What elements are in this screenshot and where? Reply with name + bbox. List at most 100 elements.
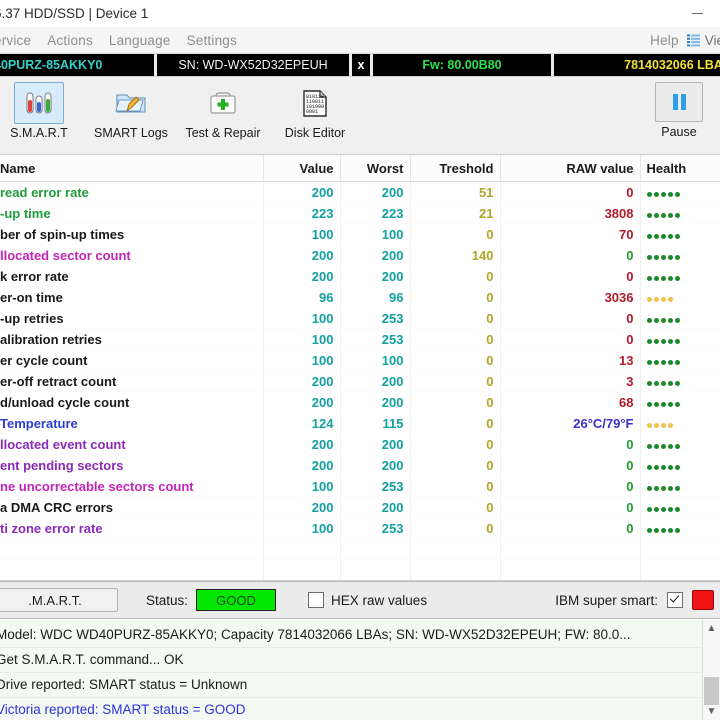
window-controls — [674, 0, 720, 26]
menu-item-service[interactable]: ervice — [0, 33, 39, 48]
attribute-name: -up time — [0, 202, 264, 224]
menu-item-help[interactable]: Help — [642, 33, 687, 48]
menu-item-settings[interactable]: Settings — [179, 33, 245, 48]
column-header-threshold[interactable]: Treshold — [410, 155, 501, 182]
menu-item-actions[interactable]: Actions — [39, 33, 101, 48]
health-dots — [646, 506, 680, 512]
table-row[interactable]: k error rate 200 200 0 0 — [0, 265, 720, 287]
attribute-value: 100 — [263, 349, 341, 371]
drive-capacity: 7814032066 LBA ( — [554, 54, 720, 76]
attribute-health — [640, 202, 720, 224]
scroll-down-icon[interactable]: ▼ — [703, 703, 720, 720]
attribute-worst: 200 — [340, 244, 411, 266]
pause-icon — [655, 82, 703, 122]
attribute-health — [640, 181, 720, 203]
menu-item-language[interactable]: Language — [101, 33, 179, 48]
attribute-raw-value: 0 — [500, 307, 641, 329]
table-row[interactable]: ne uncorrectable sectors count 100 253 0 0 — [0, 475, 720, 497]
hex-raw-values-checkbox[interactable]: HEX raw values — [308, 592, 427, 608]
list-icon — [686, 34, 700, 46]
attribute-worst: 253 — [340, 328, 411, 350]
column-header-worst[interactable]: Worst — [340, 155, 411, 182]
ibm-super-smart-checkbox[interactable] — [667, 592, 683, 608]
status-badge: GOOD — [196, 589, 277, 611]
log-scrollbar-thumb[interactable] — [704, 677, 719, 705]
attribute-threshold: 21 — [410, 202, 501, 224]
table-row[interactable]: er-off retract count 200 200 0 3 — [0, 370, 720, 392]
table-row[interactable]: a DMA CRC errors 200 200 0 0 — [0, 496, 720, 518]
health-dots — [646, 485, 680, 491]
log-line: Drive reported: SMART status = Unknown — [0, 673, 702, 698]
toolbar-button-smart-logs[interactable]: SMART Logs — [85, 82, 177, 140]
toolbar-button-disk-editor[interactable]: 010110 110011 101000 0001 Disk Editor — [269, 82, 361, 140]
attribute-raw-value: 0 — [500, 496, 641, 518]
attribute-health — [640, 391, 720, 413]
health-dots — [646, 380, 680, 386]
log-scrollbar-track[interactable] — [703, 637, 720, 705]
toolbar-button-smart[interactable]: S.M.A.R.T — [0, 82, 85, 140]
attribute-raw-value: 0 — [500, 181, 641, 203]
attribute-health — [640, 517, 720, 539]
health-dots — [646, 254, 680, 260]
log-lines[interactable]: Model: WDC WD40PURZ-85AKKY0; Capacity 78… — [0, 620, 702, 720]
attribute-threshold: 0 — [410, 475, 501, 497]
attribute-value: 124 — [263, 412, 341, 434]
table-row[interactable]: ti zone error rate 100 253 0 0 — [0, 517, 720, 539]
attribute-name: llocated event count — [0, 433, 264, 455]
attribute-worst: 253 — [340, 307, 411, 329]
toolbar-button-pause[interactable]: Pause — [642, 82, 716, 139]
binary-page-icon: 010110 110011 101000 0001 — [290, 82, 340, 124]
attribute-health — [640, 223, 720, 245]
scroll-up-icon[interactable]: ▲ — [703, 620, 720, 637]
attribute-threshold: 0 — [410, 391, 501, 413]
table-row[interactable]: er cycle count 100 100 0 13 — [0, 349, 720, 371]
health-dots — [646, 275, 680, 281]
attribute-threshold: 0 — [410, 349, 501, 371]
menu-item-view-label: Vie — [704, 32, 720, 48]
health-dots — [646, 464, 680, 470]
column-header-name[interactable]: Name — [0, 155, 264, 182]
menu-item-view[interactable]: Vie — [686, 32, 720, 48]
table-row[interactable]: alibration retries 100 253 0 0 — [0, 328, 720, 350]
attribute-worst: 96 — [340, 286, 411, 308]
column-header-value[interactable]: Value — [263, 155, 341, 182]
test-tubes-icon — [14, 82, 64, 124]
table-row[interactable]: llocated sector count 200 200 140 0 — [0, 244, 720, 266]
table-row[interactable]: er-on time 96 96 0 3036 — [0, 286, 720, 308]
health-dots — [646, 338, 680, 344]
folder-pencil-icon — [106, 82, 156, 124]
attribute-value: 100 — [263, 475, 341, 497]
attribute-health — [640, 328, 720, 350]
minimize-button[interactable] — [674, 0, 720, 26]
get-smart-button[interactable]: .M.A.R.T. — [0, 588, 118, 612]
table-row[interactable]: ent pending sectors 200 200 0 0 — [0, 454, 720, 476]
health-dots — [646, 191, 680, 197]
attribute-worst: 200 — [340, 433, 411, 455]
attribute-threshold: 0 — [410, 328, 501, 350]
table-row[interactable]: d/unload cycle count 200 200 0 68 — [0, 391, 720, 413]
table-filler-row — [0, 538, 720, 560]
table-row[interactable]: read error rate 200 200 51 0 — [0, 181, 720, 203]
table-row[interactable]: -up retries 100 253 0 0 — [0, 307, 720, 329]
table-row[interactable]: ber of spin-up times 100 100 0 70 — [0, 223, 720, 245]
table-row[interactable]: Temperature 124 115 0 26°C/79°F — [0, 412, 720, 434]
attribute-raw-value: 13 — [500, 349, 641, 371]
close-drive-button[interactable]: x — [352, 54, 370, 76]
table-row[interactable]: -up time 223 223 21 3808 — [0, 202, 720, 224]
attribute-threshold: 51 — [410, 181, 501, 203]
smart-attributes-panel[interactable]: Name Value Worst Treshold RAW value Heal… — [0, 155, 720, 581]
attribute-name: er-off retract count — [0, 370, 264, 392]
attribute-threshold: 0 — [410, 517, 501, 539]
attribute-value: 100 — [263, 517, 341, 539]
table-row[interactable]: llocated event count 200 200 0 0 — [0, 433, 720, 455]
attribute-worst: 253 — [340, 517, 411, 539]
attribute-value: 100 — [263, 223, 341, 245]
log-scrollbar[interactable]: ▲ ▼ — [702, 620, 720, 720]
column-header-health[interactable]: Health — [640, 155, 720, 182]
column-header-raw-value[interactable]: RAW value — [500, 155, 641, 182]
toolbar-button-test-repair[interactable]: Test & Repair — [177, 82, 269, 140]
attribute-value: 200 — [263, 181, 341, 203]
attribute-name: er cycle count — [0, 349, 264, 371]
attribute-value: 200 — [263, 433, 341, 455]
hex-raw-values-checkbox-box[interactable] — [308, 592, 325, 608]
